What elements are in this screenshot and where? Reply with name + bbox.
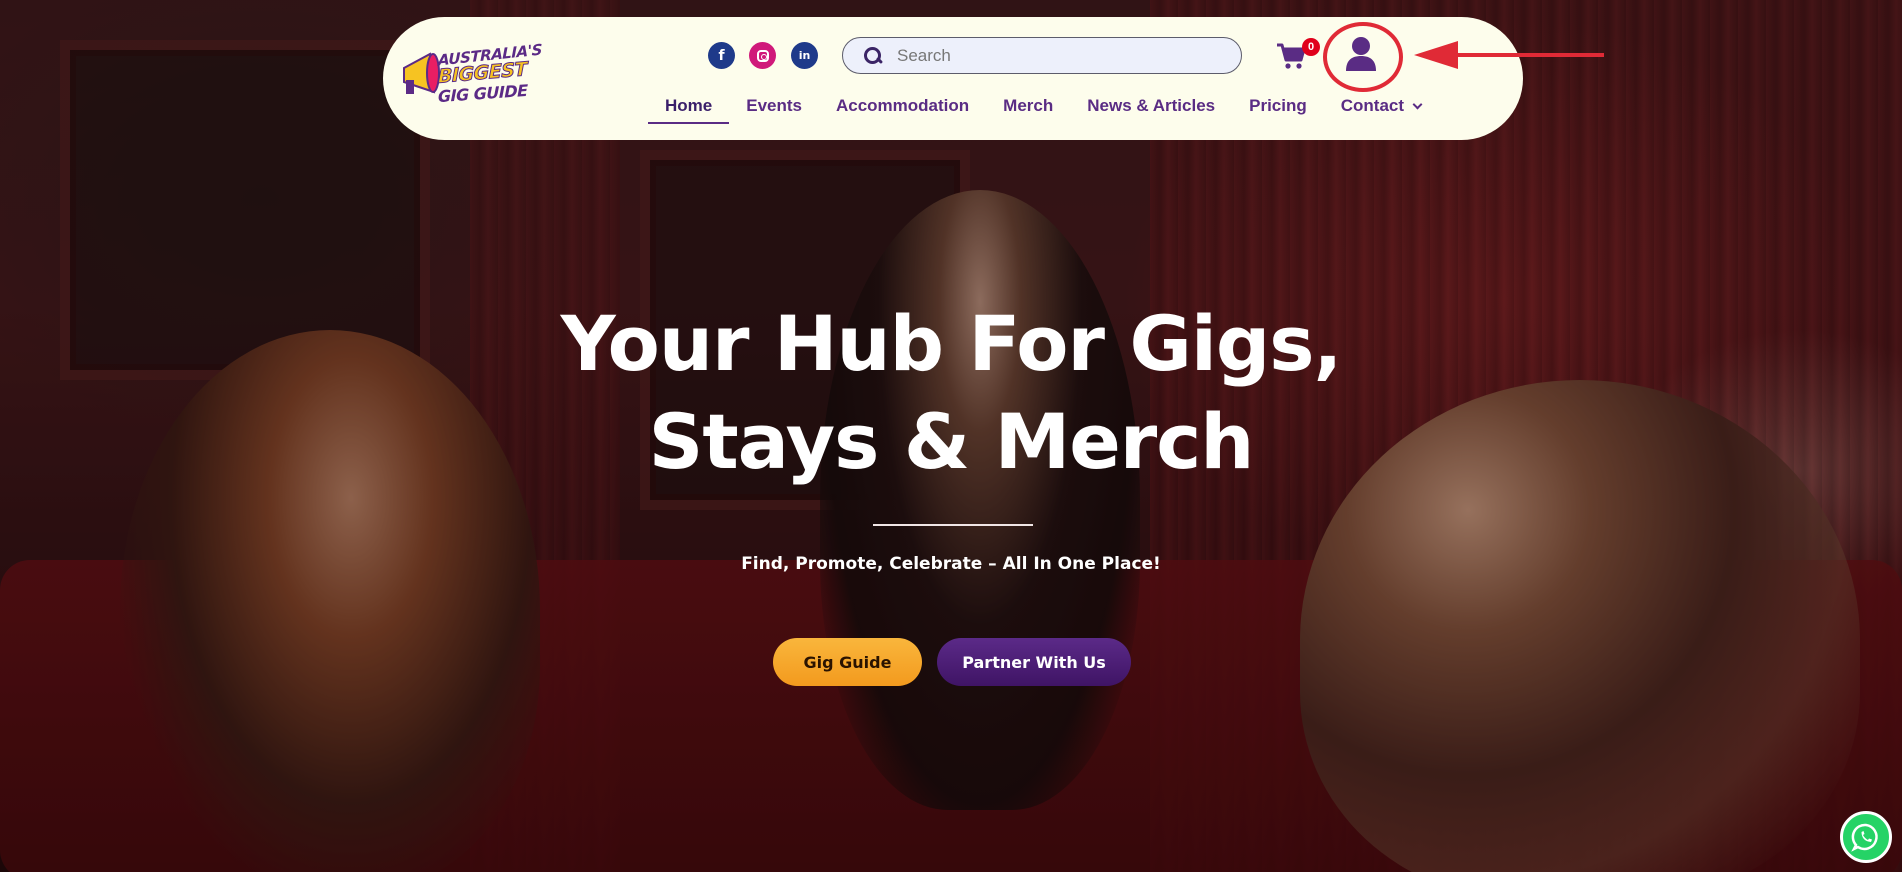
- instagram-icon[interactable]: [749, 42, 776, 69]
- search-input[interactable]: [897, 45, 1217, 66]
- hero-subheading: Find, Promote, Celebrate – All In One Pl…: [741, 554, 1161, 574]
- annotation-arrow: [1414, 41, 1604, 69]
- nav-item-accommodation[interactable]: Accommodation: [819, 90, 986, 124]
- search-icon[interactable]: [863, 46, 883, 66]
- whatsapp-icon: [1851, 823, 1878, 852]
- nav-item-home[interactable]: Home: [648, 90, 730, 124]
- whatsapp-chat-button[interactable]: [1840, 811, 1892, 863]
- hero-headline-line-1: Your Hub For Gigs,: [560, 299, 1343, 388]
- nav-item-news-articles[interactable]: News & Articles: [1070, 90, 1232, 124]
- partner-with-us-button[interactable]: Partner With Us: [937, 638, 1131, 686]
- cart-count-badge: 0: [1302, 38, 1320, 56]
- site-logo[interactable]: AUSTRALIA'S BIGGEST GIG GUIDE: [400, 40, 570, 110]
- chevron-down-icon: [1412, 99, 1423, 110]
- hero-headline-line-2: Stays & Merch: [648, 397, 1255, 486]
- hero-headline: Your Hub For Gigs, Stays & Merch: [451, 295, 1451, 491]
- nav-item-merch[interactable]: Merch: [986, 90, 1070, 124]
- linkedin-icon[interactable]: in: [791, 42, 818, 69]
- annotation-circle: [1323, 22, 1403, 92]
- gig-guide-button[interactable]: Gig Guide: [773, 638, 922, 686]
- nav-item-pricing[interactable]: Pricing: [1232, 90, 1324, 124]
- hero-divider: [873, 524, 1033, 526]
- main-menu: Home Events Accommodation Merch News & A…: [648, 90, 1438, 124]
- nav-item-contact-label: Contact: [1340, 96, 1405, 115]
- nav-item-events[interactable]: Events: [729, 90, 819, 124]
- nav-item-contact[interactable]: Contact: [1324, 90, 1438, 124]
- facebook-icon[interactable]: f: [708, 42, 735, 69]
- search-bar[interactable]: [842, 37, 1242, 74]
